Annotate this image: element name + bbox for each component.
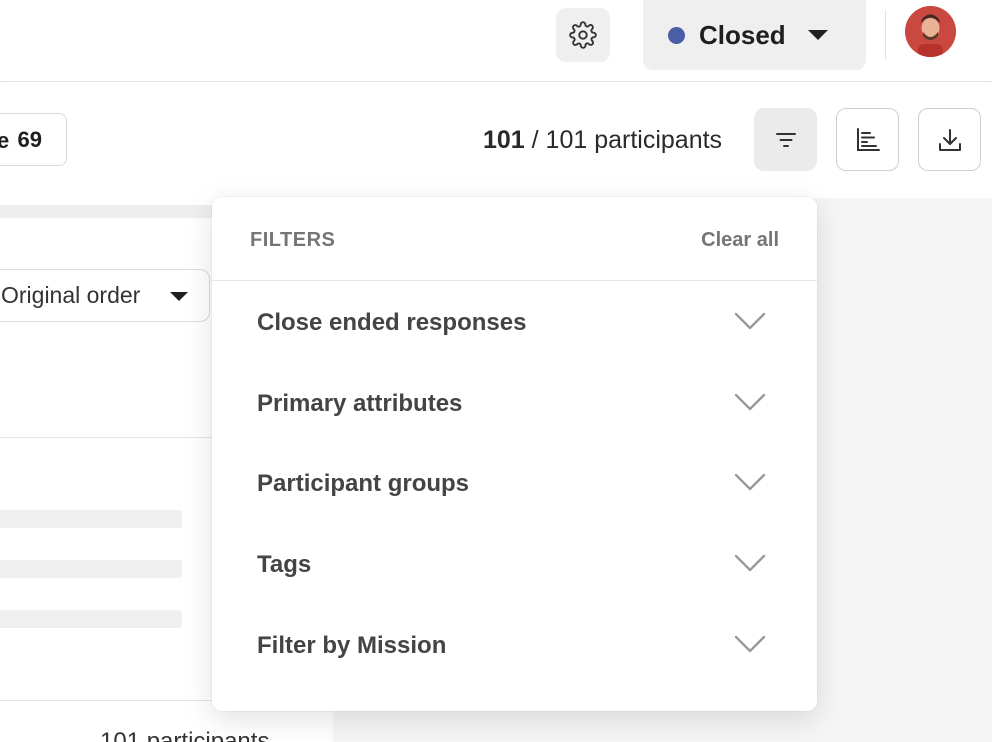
filters-header: FILTERS Clear all: [212, 197, 817, 281]
skeleton-bar: [0, 205, 215, 218]
count-chip-value: 69: [17, 126, 42, 152]
count-chip[interactable]: e 69: [0, 113, 67, 166]
avatar-portrait-icon: [905, 6, 956, 57]
skeleton-bar: [0, 610, 182, 628]
filter-label: Filter by Mission: [257, 632, 447, 659]
participants-count: 101 / 101 participants: [483, 126, 722, 155]
filter-label: Participant groups: [257, 470, 470, 497]
filter-participant-groups[interactable]: Participant groups: [212, 448, 817, 518]
caret-down-icon: [170, 292, 188, 301]
participants-shown: 101: [483, 126, 525, 154]
status-dropdown[interactable]: Closed: [643, 0, 866, 70]
settings-button[interactable]: [556, 8, 610, 62]
top-header: Closed: [0, 0, 992, 82]
user-avatar[interactable]: [905, 6, 956, 57]
chart-view-button[interactable]: [836, 108, 899, 171]
results-toolbar: e 69 101 / 101 participants: [0, 82, 992, 198]
header-divider: [885, 10, 886, 60]
sort-order-label: Original order: [1, 282, 141, 308]
chevron-down-icon: [734, 635, 766, 653]
chevron-down-icon: [734, 393, 766, 411]
filter-button[interactable]: [754, 108, 817, 171]
clear-all-button[interactable]: Clear all: [701, 229, 779, 252]
filter-label: Primary attributes: [257, 390, 463, 417]
filter-close-ended-responses[interactable]: Close ended responses: [212, 287, 817, 357]
status-dot: [668, 26, 685, 44]
download-button[interactable]: [918, 108, 981, 171]
filter-by-mission[interactable]: Filter by Mission: [212, 610, 817, 680]
gear-icon: [569, 21, 597, 49]
filters-title: FILTERS: [250, 229, 336, 251]
status-label: Closed: [699, 19, 786, 50]
chevron-down-icon: [734, 554, 766, 572]
bottom-participants-count: 101 participants: [100, 728, 270, 742]
filter-label: Tags: [257, 551, 312, 578]
caret-down-icon: [808, 30, 828, 40]
participants-total: / 101 participants: [524, 126, 723, 154]
skeleton-bar: [0, 560, 182, 578]
count-chip-leading: e: [0, 128, 10, 153]
download-icon: [938, 128, 961, 151]
chevron-down-icon: [734, 312, 766, 330]
filter-icon: [775, 132, 796, 147]
bar-chart-icon: [856, 127, 880, 151]
filter-tags[interactable]: Tags: [212, 529, 817, 599]
skeleton-bar: [0, 510, 182, 528]
filter-primary-attributes[interactable]: Primary attributes: [212, 368, 817, 438]
filters-dropdown: FILTERS Clear all Close ended responses …: [212, 197, 817, 711]
sort-order-dropdown[interactable]: Original order: [0, 269, 210, 322]
chevron-down-icon: [734, 473, 766, 491]
filter-label: Close ended responses: [257, 309, 527, 336]
